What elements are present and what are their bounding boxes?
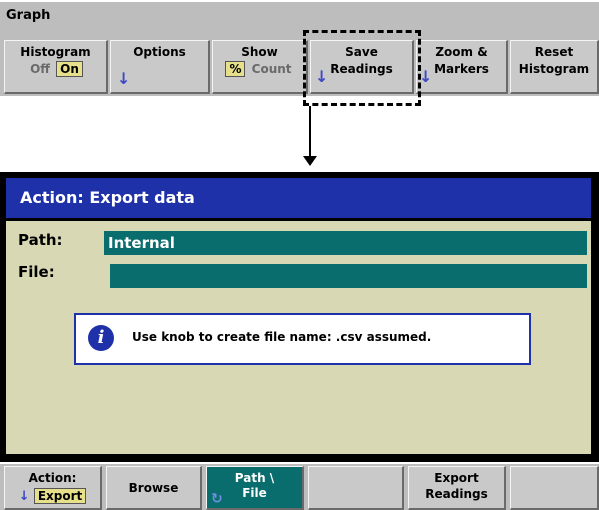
action-label: Action: [28, 471, 77, 485]
show-count-option: Count [251, 62, 292, 76]
down-arrow-icon: ↓ [117, 69, 131, 88]
browse-label: Browse [128, 481, 179, 495]
export-dialog: Action: Export data Path: Internal File:… [0, 172, 599, 462]
file-name-field[interactable] [110, 264, 587, 288]
path-file-line1: Path \ [234, 471, 275, 485]
reset-histogram-softkey[interactable]: Reset Histogram [510, 40, 599, 94]
highlight-callout [303, 30, 421, 106]
show-softkey[interactable]: Show % Count [212, 40, 308, 94]
down-arrow-icon: ↓ [18, 489, 30, 504]
reset-histogram-line2: Histogram [518, 62, 590, 76]
histogram-label: Histogram [20, 45, 91, 59]
callout-arrowhead-icon [303, 156, 317, 166]
path-label: Path: [18, 231, 63, 249]
browse-softkey[interactable]: Browse [106, 466, 202, 510]
action-export-option: Export [33, 488, 87, 504]
blank-softkey-6[interactable] [510, 466, 599, 510]
blank-softkey-4[interactable] [308, 466, 404, 510]
info-message-text: Use knob to create file name: .csv assum… [132, 330, 432, 344]
dialog-title-bar: Action: Export data [6, 178, 591, 218]
show-options: % Count [213, 61, 306, 77]
action-value: ↓ Export [5, 488, 100, 504]
dialog-title: Action: Export data [20, 188, 195, 207]
export-menu-panel: Action: ↓ Export Browse Path \ File ↻ Ex… [0, 464, 599, 510]
dialog-body: Path: Internal File: i Use knob to creat… [6, 221, 591, 454]
graph-menu-panel: Graph Histogram Off On Options ↓ Show % … [0, 2, 599, 96]
show-label: Show [241, 45, 278, 59]
path-field[interactable]: Internal [104, 231, 587, 255]
options-label: Options [133, 45, 186, 59]
menu-title: Graph [6, 8, 51, 23]
zoom-markers-softkey[interactable]: Zoom & Markers ↓ [416, 40, 508, 94]
zoom-markers-line1: Zoom & [435, 45, 488, 59]
show-percent-option: % [225, 61, 246, 77]
action-softkey[interactable]: Action: ↓ Export [4, 466, 102, 510]
options-softkey[interactable]: Options ↓ [110, 40, 210, 94]
export-readings-line2: Readings [425, 487, 488, 501]
histogram-options: Off On [5, 61, 106, 77]
info-message-box: i Use knob to create file name: .csv ass… [74, 313, 531, 365]
histogram-off-option: Off [30, 62, 50, 76]
path-file-softkey[interactable]: Path \ File ↻ [206, 466, 304, 510]
histogram-on-option: On [56, 61, 83, 77]
export-readings-line1: Export [434, 471, 479, 485]
info-icon: i [88, 325, 114, 351]
histogram-softkey[interactable]: Histogram Off On [4, 40, 108, 94]
reset-histogram-line1: Reset [534, 45, 574, 59]
down-arrow-icon: ↓ [419, 67, 433, 86]
callout-connector-line [309, 106, 311, 160]
knob-icon: ↻ [211, 491, 223, 507]
export-readings-softkey[interactable]: Export Readings [408, 466, 506, 510]
file-label: File: [18, 263, 55, 281]
